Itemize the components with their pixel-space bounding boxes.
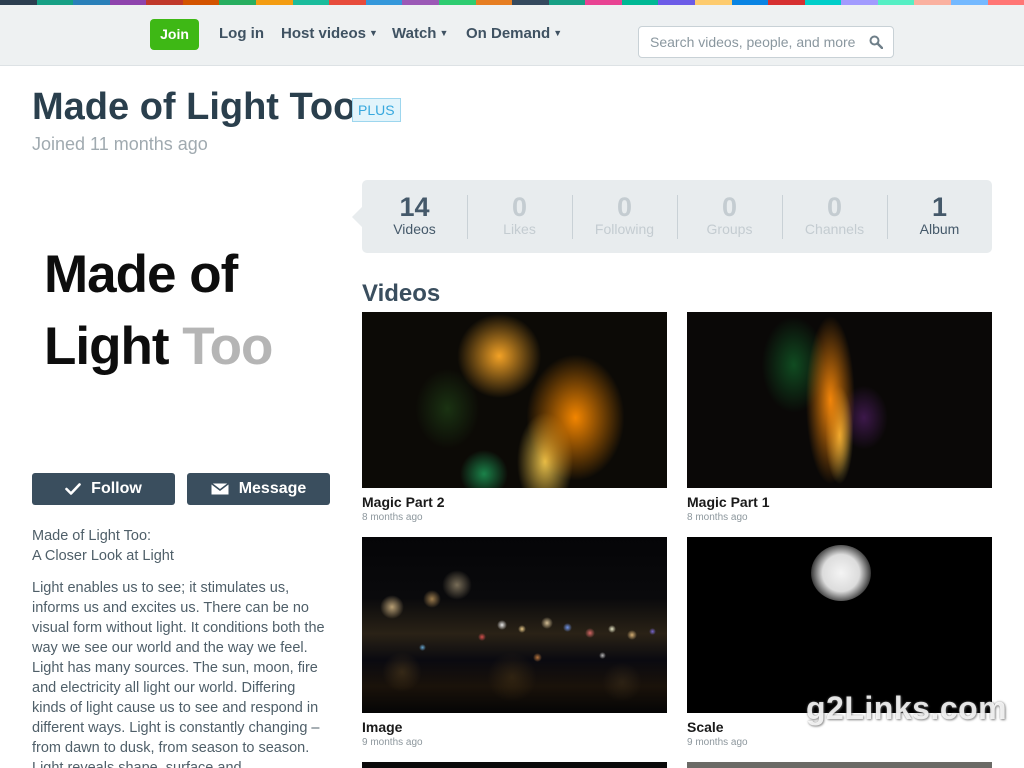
- watch-menu[interactable]: Watch ▼: [392, 25, 448, 42]
- stat-videos[interactable]: 14 Videos: [362, 180, 467, 253]
- stat-following[interactable]: 0 Following: [572, 180, 677, 253]
- stat-count: 1: [931, 192, 948, 222]
- bokeh-light: [380, 595, 404, 619]
- stat-groups[interactable]: 0 Groups: [677, 180, 782, 253]
- moon-shape: [811, 545, 871, 601]
- stat-label: Likes: [503, 221, 536, 237]
- video-thumbnail[interactable]: [362, 312, 667, 488]
- profile-stats: 14 Videos 0 Likes 0 Following 0 Groups 0 Channels…: [352, 180, 992, 253]
- video-card[interactable]: Magic Part 2 8 months ago: [362, 312, 667, 523]
- login-label: Log in: [219, 25, 264, 42]
- video-card[interactable]: Magic Part 1 8 months ago: [687, 312, 992, 523]
- video-thumbnail[interactable]: [687, 537, 992, 713]
- chevron-down-icon: ▼: [439, 28, 449, 38]
- bio-heading: Made of Light Too: A Closer Look at Light: [32, 526, 332, 566]
- bokeh-light: [532, 652, 542, 662]
- follow-label: Follow: [91, 480, 142, 497]
- chevron-down-icon: ▼: [553, 28, 563, 38]
- videos-heading: Videos: [362, 280, 441, 307]
- watermark: g2Links.com: [806, 690, 1008, 726]
- on-demand-menu[interactable]: On Demand ▼: [466, 25, 562, 42]
- video-thumbnail-partial[interactable]: [362, 762, 667, 768]
- stat-count: 0: [826, 192, 843, 222]
- stat-count: 0: [511, 192, 528, 222]
- bokeh-light: [627, 630, 637, 640]
- avatar: Made of Light Too: [32, 182, 307, 457]
- bokeh-light: [442, 570, 472, 600]
- video-thumbnail-partial[interactable]: [687, 762, 992, 768]
- message-button[interactable]: Message: [187, 473, 330, 505]
- bokeh-light: [648, 627, 656, 635]
- stat-count: 0: [721, 192, 738, 222]
- video-title[interactable]: Image: [362, 719, 667, 735]
- bokeh-light: [585, 628, 595, 638]
- video-thumbnail[interactable]: [687, 312, 992, 488]
- search-icon[interactable]: [869, 35, 883, 49]
- video-date: 9 months ago: [687, 737, 748, 748]
- host-videos-label: Host videos: [281, 25, 367, 42]
- bokeh-light: [423, 590, 441, 608]
- stat-album[interactable]: 1 Album: [887, 180, 992, 253]
- video-thumbnail[interactable]: [362, 537, 667, 713]
- bokeh-light: [478, 633, 486, 641]
- avatar-text-line1: Made of: [44, 245, 238, 304]
- stat-count: 0: [616, 192, 633, 222]
- search-input[interactable]: [639, 27, 865, 57]
- bokeh-light: [487, 652, 537, 702]
- stat-label: Videos: [393, 221, 436, 237]
- avatar-text-line2: Light Too: [44, 316, 273, 377]
- checkmark-icon: [65, 483, 81, 495]
- avatar-text-light: Light: [44, 317, 169, 376]
- stat-label: Channels: [804, 221, 865, 237]
- stat-label: Groups: [706, 221, 753, 237]
- search-box: [638, 26, 894, 58]
- avatar-text-too: Too: [182, 317, 273, 376]
- watch-label: Watch: [392, 25, 437, 42]
- login-link[interactable]: Log in: [219, 25, 264, 42]
- bokeh-light: [418, 643, 426, 651]
- host-videos-menu[interactable]: Host videos ▼: [281, 25, 378, 42]
- bokeh-light: [598, 651, 606, 659]
- bokeh-light: [562, 622, 572, 632]
- video-card[interactable]: Image 9 months ago: [362, 537, 667, 748]
- profile-bio: Made of Light Too: A Closer Look at Light…: [32, 526, 332, 768]
- join-button[interactable]: Join: [150, 19, 199, 50]
- stat-likes[interactable]: 0 Likes: [467, 180, 572, 253]
- bio-heading-line2: A Closer Look at Light: [32, 548, 174, 564]
- top-navigation: Join Log in Host videos ▼ Watch ▼ On Deman…: [0, 5, 1024, 66]
- bokeh-light: [608, 625, 616, 633]
- bokeh-light: [382, 652, 422, 692]
- video-title[interactable]: Magic Part 2: [362, 494, 667, 510]
- bokeh-light: [497, 620, 507, 630]
- stat-channels[interactable]: 0 Channels: [782, 180, 887, 253]
- video-date: 8 months ago: [687, 512, 748, 523]
- bio-paragraph: Light enables us to see; it stimulates u…: [32, 580, 325, 768]
- message-label: Message: [238, 480, 307, 497]
- follow-button[interactable]: Follow: [32, 473, 175, 505]
- joined-date: Joined 11 months ago: [32, 134, 208, 154]
- on-demand-label: On Demand: [466, 25, 551, 42]
- page-title: Made of Light Too: [32, 86, 357, 128]
- video-title[interactable]: Magic Part 1: [687, 494, 992, 510]
- stat-label: Following: [594, 221, 655, 237]
- bokeh-light: [541, 617, 553, 629]
- video-date: 9 months ago: [362, 737, 423, 748]
- bokeh-light: [518, 625, 526, 633]
- stat-label: Album: [919, 221, 960, 237]
- bokeh-light: [602, 662, 642, 702]
- video-date: 8 months ago: [362, 512, 423, 523]
- envelope-icon: [210, 483, 229, 495]
- stat-count: 14: [399, 192, 430, 222]
- chevron-down-icon: ▼: [369, 28, 378, 38]
- plus-badge[interactable]: PLUS: [352, 98, 401, 122]
- bio-heading-line1: Made of Light Too:: [32, 528, 152, 544]
